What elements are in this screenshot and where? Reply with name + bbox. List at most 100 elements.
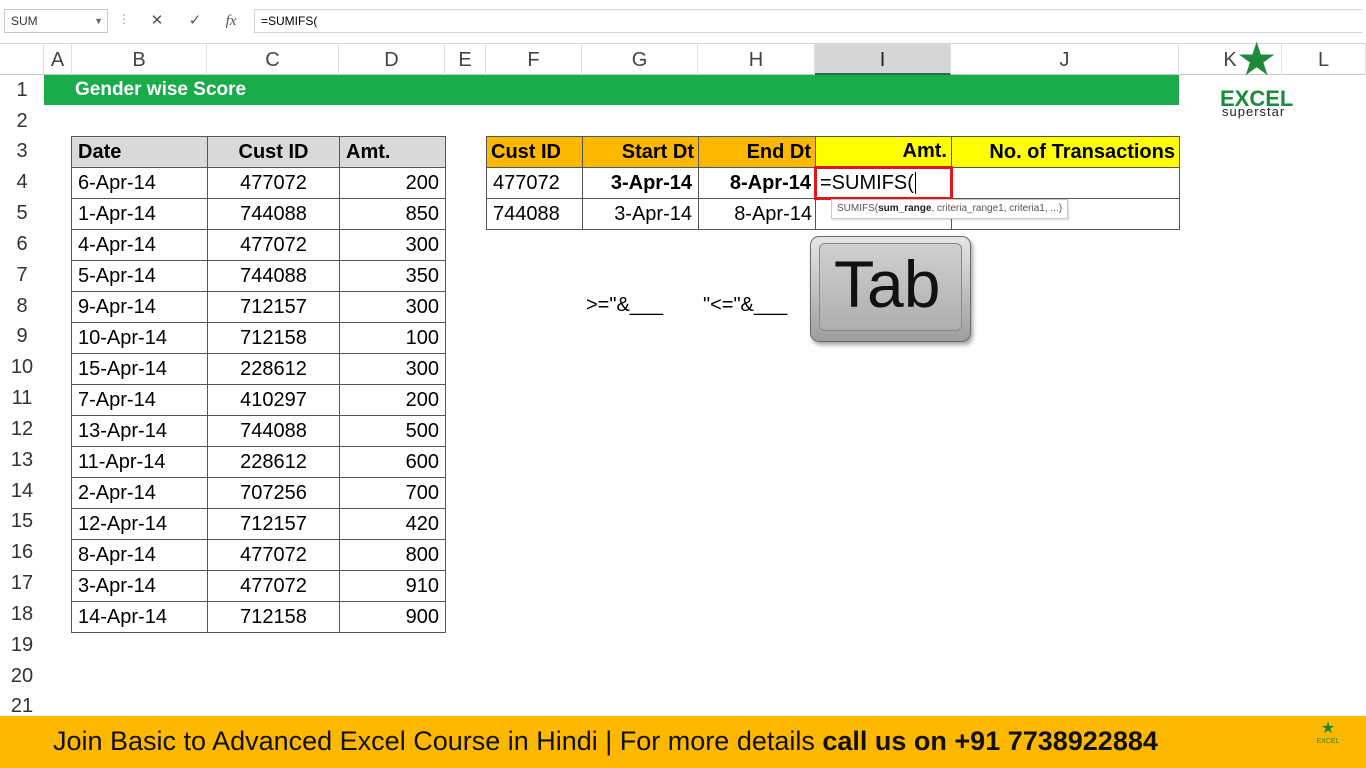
cell-date[interactable]: 5-Apr-14 [71, 260, 208, 292]
row-header[interactable]: 18 [0, 599, 44, 630]
row-header[interactable]: 12 [0, 414, 44, 445]
cell-end-dt[interactable]: 8-Apr-14 [698, 167, 816, 199]
cell-amt[interactable]: 200 [339, 167, 446, 199]
insert-function-icon[interactable]: fx [220, 10, 242, 32]
formula-input[interactable]: =SUMIFS( [254, 9, 1362, 33]
row-header[interactable]: 15 [0, 506, 44, 537]
header-end-dt[interactable]: End Dt [698, 136, 816, 168]
cell-amt[interactable]: 800 [339, 539, 446, 571]
header-date[interactable]: Date [71, 136, 208, 168]
cell-date[interactable]: 8-Apr-14 [71, 539, 208, 571]
row-header[interactable]: 11 [0, 383, 44, 414]
row-header[interactable]: 20 [0, 661, 44, 692]
cell-cust-id[interactable]: 712158 [207, 322, 340, 354]
chevron-down-icon[interactable]: ▼ [94, 10, 103, 32]
cell-cust-id[interactable]: 712158 [207, 601, 340, 633]
row-header[interactable]: 19 [0, 630, 44, 661]
cell-amt[interactable]: 850 [339, 198, 446, 230]
row-header[interactable]: 6 [0, 229, 44, 260]
cell-amt[interactable]: 700 [339, 477, 446, 509]
cell-date[interactable]: 2-Apr-14 [71, 477, 208, 509]
cell-cust-id[interactable]: 228612 [207, 446, 340, 478]
cell-date[interactable]: 1-Apr-14 [71, 198, 208, 230]
header-amt[interactable]: Amt. [815, 136, 952, 168]
cell-cust-id[interactable]: 744088 [486, 198, 583, 230]
cell-amt[interactable]: 500 [339, 415, 446, 447]
cell-amt[interactable]: 420 [339, 508, 446, 540]
cell-date[interactable]: 11-Apr-14 [71, 446, 208, 478]
cell-date[interactable]: 6-Apr-14 [71, 167, 208, 199]
row-header[interactable]: 9 [0, 321, 44, 352]
cell-date[interactable]: 14-Apr-14 [71, 601, 208, 633]
cell-date[interactable]: 3-Apr-14 [71, 570, 208, 602]
cell-start-dt[interactable]: 3-Apr-14 [582, 167, 699, 199]
column-header-j[interactable]: J [951, 44, 1179, 75]
column-header-a[interactable]: A [44, 44, 72, 75]
cell-date[interactable]: 10-Apr-14 [71, 322, 208, 354]
enter-icon[interactable]: ✓ [184, 10, 206, 32]
column-header-g[interactable]: G [582, 44, 698, 75]
row-header[interactable]: 13 [0, 445, 44, 476]
cell-amt[interactable]: 350 [339, 260, 446, 292]
cell-cust-id[interactable]: 477072 [486, 167, 583, 199]
header-amt[interactable]: Amt. [339, 136, 446, 168]
header-cust-id[interactable]: Cust ID [486, 136, 583, 168]
cell-date[interactable]: 13-Apr-14 [71, 415, 208, 447]
column-header-h[interactable]: H [698, 44, 815, 75]
cell-cust-id[interactable]: 477072 [207, 167, 340, 199]
cell-amt[interactable]: 100 [339, 322, 446, 354]
cell-amt[interactable]: 200 [339, 384, 446, 416]
row-header[interactable]: 16 [0, 537, 44, 568]
column-header-b[interactable]: B [72, 44, 207, 75]
cell-cust-id[interactable]: 712157 [207, 291, 340, 323]
row-header[interactable]: 7 [0, 260, 44, 291]
select-all-corner[interactable] [0, 44, 44, 75]
column-header-c[interactable]: C [207, 44, 339, 75]
row-header[interactable]: 5 [0, 198, 44, 229]
cell-date[interactable]: 7-Apr-14 [71, 384, 208, 416]
header-no-of-transactions[interactable]: No. of Transactions [951, 136, 1180, 168]
column-header-d[interactable]: D [339, 44, 445, 75]
cell-cust-id[interactable]: 228612 [207, 353, 340, 385]
cell-amt[interactable]: 300 [339, 229, 446, 261]
cell-amt[interactable]: 300 [339, 353, 446, 385]
cell-start-dt[interactable]: 3-Apr-14 [582, 198, 699, 230]
cell-amt[interactable]: 900 [339, 601, 446, 633]
cell-cust-id[interactable]: 744088 [207, 260, 340, 292]
row-header[interactable]: 17 [0, 568, 44, 599]
cell-date[interactable]: 15-Apr-14 [71, 353, 208, 385]
row-header[interactable]: 10 [0, 352, 44, 383]
cell-date[interactable]: 12-Apr-14 [71, 508, 208, 540]
cell-cust-id[interactable]: 477072 [207, 539, 340, 571]
cell-end-dt[interactable]: 8-Apr-14 [698, 198, 816, 230]
header-start-dt[interactable]: Start Dt [582, 136, 699, 168]
row-header[interactable]: 3 [0, 136, 44, 167]
active-formula-cell[interactable]: =SUMIFS( [814, 166, 953, 200]
row-header[interactable]: 1 [0, 75, 44, 106]
row-header[interactable]: 2 [0, 106, 44, 137]
row-header[interactable]: 14 [0, 476, 44, 507]
name-box[interactable]: SUM ▼ [4, 9, 108, 33]
cell-cust-id[interactable]: 477072 [207, 229, 340, 261]
title-band[interactable]: Gender wise Score [44, 75, 1179, 105]
function-argument-tooltip[interactable]: SUMIFS(sum_range, criteria_range1, crite… [831, 199, 1069, 219]
cell-date[interactable]: 9-Apr-14 [71, 291, 208, 323]
column-header-i[interactable]: I [815, 44, 951, 75]
cell-transactions[interactable] [951, 167, 1180, 199]
cell-cust-id[interactable]: 712157 [207, 508, 340, 540]
row-header[interactable]: 8 [0, 291, 44, 322]
cell-cust-id[interactable]: 744088 [207, 198, 340, 230]
drag-handle-icon[interactable]: ⋮ [118, 12, 130, 26]
header-cust-id[interactable]: Cust ID [207, 136, 340, 168]
cancel-icon[interactable]: ✕ [146, 10, 168, 32]
cell-cust-id[interactable]: 707256 [207, 477, 340, 509]
cell-amt[interactable]: 600 [339, 446, 446, 478]
cell-amt[interactable]: 300 [339, 291, 446, 323]
cell-cust-id[interactable]: 477072 [207, 570, 340, 602]
row-header[interactable]: 4 [0, 167, 44, 198]
column-header-e[interactable]: E [445, 44, 486, 75]
cell-cust-id[interactable]: 744088 [207, 415, 340, 447]
cell-cust-id[interactable]: 410297 [207, 384, 340, 416]
cell-date[interactable]: 4-Apr-14 [71, 229, 208, 261]
tooltip-active-arg[interactable]: sum_range [878, 203, 931, 214]
